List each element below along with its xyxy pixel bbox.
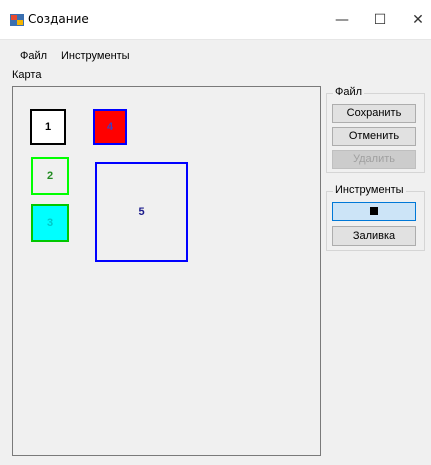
file-group-title: Файл xyxy=(333,86,365,98)
maximize-button[interactable]: ☐ xyxy=(360,6,400,34)
menu-file[interactable]: Файл xyxy=(20,50,47,62)
shape-4[interactable]: 4 xyxy=(93,109,127,145)
save-button[interactable]: Сохранить xyxy=(332,104,416,123)
shape-1[interactable]: 1 xyxy=(30,109,66,145)
menu-tools[interactable]: Инструменты xyxy=(61,50,130,62)
file-group: Файл Сохранить Отменить Удалить xyxy=(326,86,425,173)
close-button[interactable]: ✕ xyxy=(398,6,431,34)
shape-3[interactable]: 3 xyxy=(31,204,69,242)
app-icon xyxy=(10,14,24,26)
tools-group: Инструменты Заливка xyxy=(326,184,425,251)
fill-button[interactable]: Заливка xyxy=(332,226,416,246)
color-picker-button[interactable] xyxy=(332,202,416,221)
shape-5-label: 5 xyxy=(138,206,145,218)
shape-2-label: 2 xyxy=(46,170,54,182)
shape-2[interactable]: 2 xyxy=(31,157,69,195)
minimize-button[interactable]: — xyxy=(322,6,362,34)
menu-bar: Файл Инструменты xyxy=(0,44,431,66)
shape-4-label: 4 xyxy=(106,121,114,133)
title-bar: Создание — ☐ ✕ xyxy=(0,0,431,40)
shape-3-label: 3 xyxy=(46,217,54,229)
map-canvas[interactable]: 1 2 3 4 5 xyxy=(12,86,321,456)
map-label: Карта xyxy=(12,69,42,81)
window-title: Создание xyxy=(28,12,89,26)
color-swatch-icon xyxy=(370,207,378,216)
tools-group-title: Инструменты xyxy=(333,184,406,196)
shape-5[interactable]: 5 xyxy=(95,162,188,262)
shape-1-label: 1 xyxy=(44,121,52,133)
delete-button[interactable]: Удалить xyxy=(332,150,416,169)
cancel-button[interactable]: Отменить xyxy=(332,127,416,146)
